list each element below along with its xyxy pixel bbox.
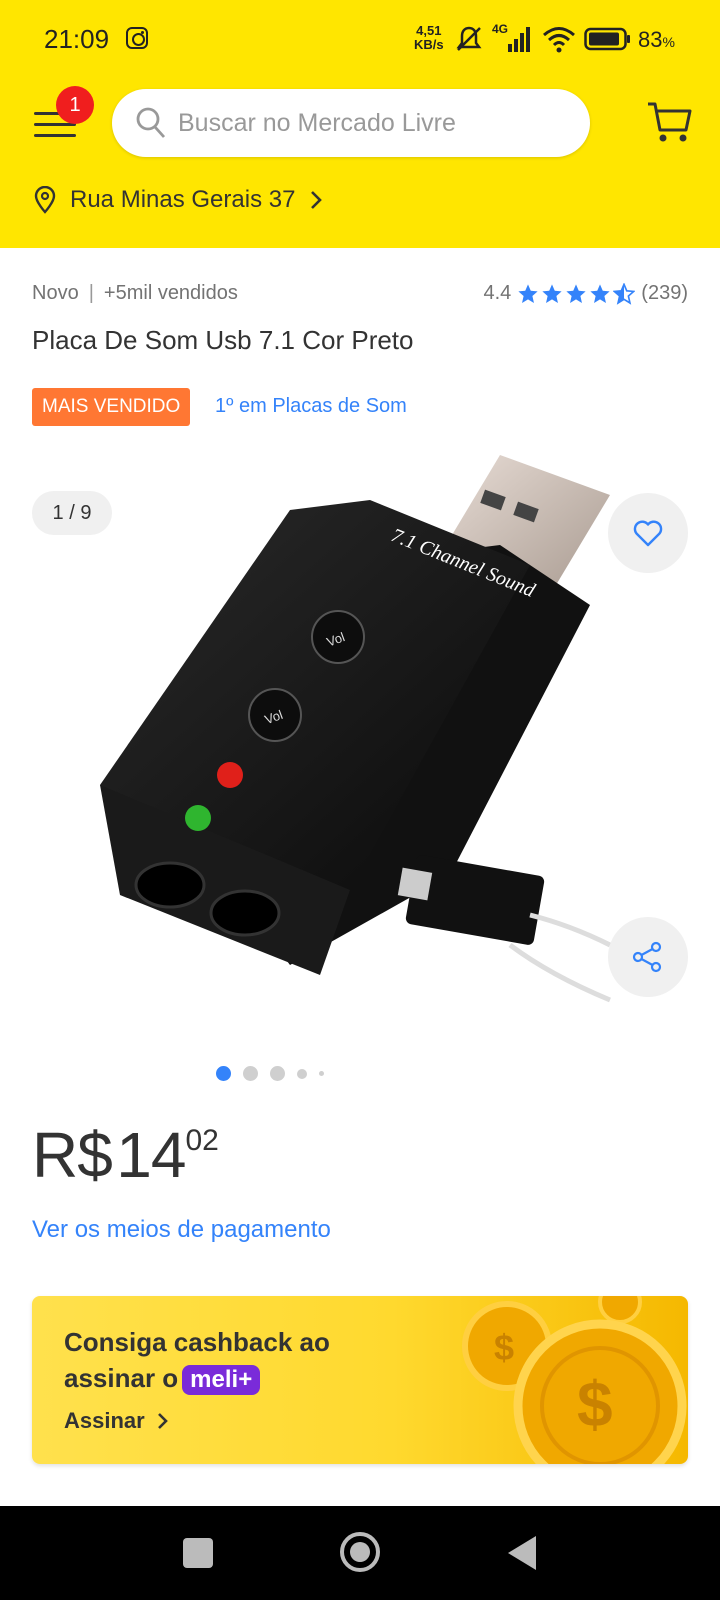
instagram-icon <box>126 27 148 49</box>
svg-text:$: $ <box>577 1368 613 1440</box>
coins-illustration: $ $ <box>462 1296 687 1464</box>
sold-count: +5mil vendidos <box>103 282 238 304</box>
cashback-banner[interactable]: $ $ Consiga cashback ao assinar o meli+ A… <box>32 1296 688 1464</box>
banner-line-1: Consiga cashback ao <box>64 1327 330 1357</box>
product-title: Placa De Som Usb 7.1 Cor Preto <box>32 325 414 355</box>
network-speed: 4,51 KB/s <box>414 24 444 52</box>
rating-count: (239) <box>641 282 688 304</box>
star-icon <box>542 283 562 303</box>
banner-line-2: assinar o <box>64 1363 179 1393</box>
mute-icon <box>456 26 482 51</box>
system-nav-bar <box>0 1506 720 1600</box>
location-selector[interactable]: Rua Minas Gerais 37 <box>34 186 323 214</box>
home-button[interactable] <box>340 1532 380 1572</box>
rating-value: 4.4 <box>483 282 512 304</box>
star-icon <box>566 283 586 303</box>
location-pin-icon <box>34 186 56 214</box>
cart-icon[interactable] <box>646 100 692 144</box>
signal-icon: 4G <box>492 22 534 54</box>
rating-stars <box>517 282 636 305</box>
product-image[interactable]: 7.1 Channel Sound Vol Vol <box>90 455 630 1035</box>
wifi-icon <box>543 27 575 53</box>
price-cents: 02 <box>185 1124 219 1157</box>
pagination-dot[interactable] <box>319 1071 324 1076</box>
subscribe-link[interactable]: Assinar <box>64 1408 169 1434</box>
product-price: R$ 1402 <box>32 1118 219 1192</box>
pagination-dot-active[interactable] <box>216 1066 231 1081</box>
notification-badge: 1 <box>56 86 94 124</box>
share-button[interactable] <box>608 917 688 997</box>
pagination-dot[interactable] <box>270 1066 285 1081</box>
rating[interactable]: 4.4 (239) <box>483 282 688 305</box>
banner-text: Consiga cashback ao assinar o meli+ <box>64 1324 330 1396</box>
battery-icon <box>584 27 630 51</box>
status-icons: 4G <box>454 22 632 56</box>
best-seller-tag: MAIS VENDIDO <box>32 388 191 426</box>
location-text: Rua Minas Gerais 37 <box>70 186 296 213</box>
image-counter: 1 / 9 <box>32 491 112 535</box>
share-icon <box>632 941 662 973</box>
star-icon <box>590 283 610 303</box>
recent-apps-button[interactable] <box>183 1538 213 1568</box>
category-ranking-link[interactable]: 1º em Placas de Som <box>215 395 407 418</box>
pagination-dot[interactable] <box>243 1066 258 1081</box>
back-button[interactable] <box>508 1536 536 1570</box>
subscribe-label: Assinar <box>64 1408 145 1433</box>
network-speed-value: 4,51 <box>416 23 442 38</box>
heart-icon <box>633 520 663 547</box>
payment-methods-link[interactable]: Ver os meios de pagamento <box>32 1216 331 1244</box>
search-input[interactable] <box>178 89 578 157</box>
star-icon <box>518 283 538 303</box>
price-currency: R$ <box>32 1119 113 1191</box>
favorite-button[interactable] <box>608 493 688 573</box>
chevron-right-icon <box>311 191 323 209</box>
pagination-dot[interactable] <box>297 1068 307 1079</box>
product-meta: Novo | +5mil vendidos <box>32 282 238 304</box>
price-integer: 14 <box>116 1119 186 1191</box>
search-bar[interactable] <box>112 89 590 157</box>
status-time: 21:09 <box>44 24 110 54</box>
search-icon <box>136 107 166 138</box>
product-condition: Novo <box>32 282 79 304</box>
battery-percentage: 83% <box>638 27 675 52</box>
app-header: 21:09 4,51 KB/s 4G 83% 1 Buscar no Merca… <box>0 0 720 248</box>
star-half-icon <box>613 282 636 305</box>
meli-plus-logo: meli+ <box>182 1365 261 1395</box>
product-gallery[interactable]: 7.1 Channel Sound Vol Vol 1 / 9 <box>0 455 720 1055</box>
gallery-pagination <box>0 1066 630 1081</box>
svg-text:$: $ <box>494 1327 514 1368</box>
network-speed-unit: KB/s <box>414 37 444 52</box>
chevron-right-icon <box>157 1413 168 1429</box>
